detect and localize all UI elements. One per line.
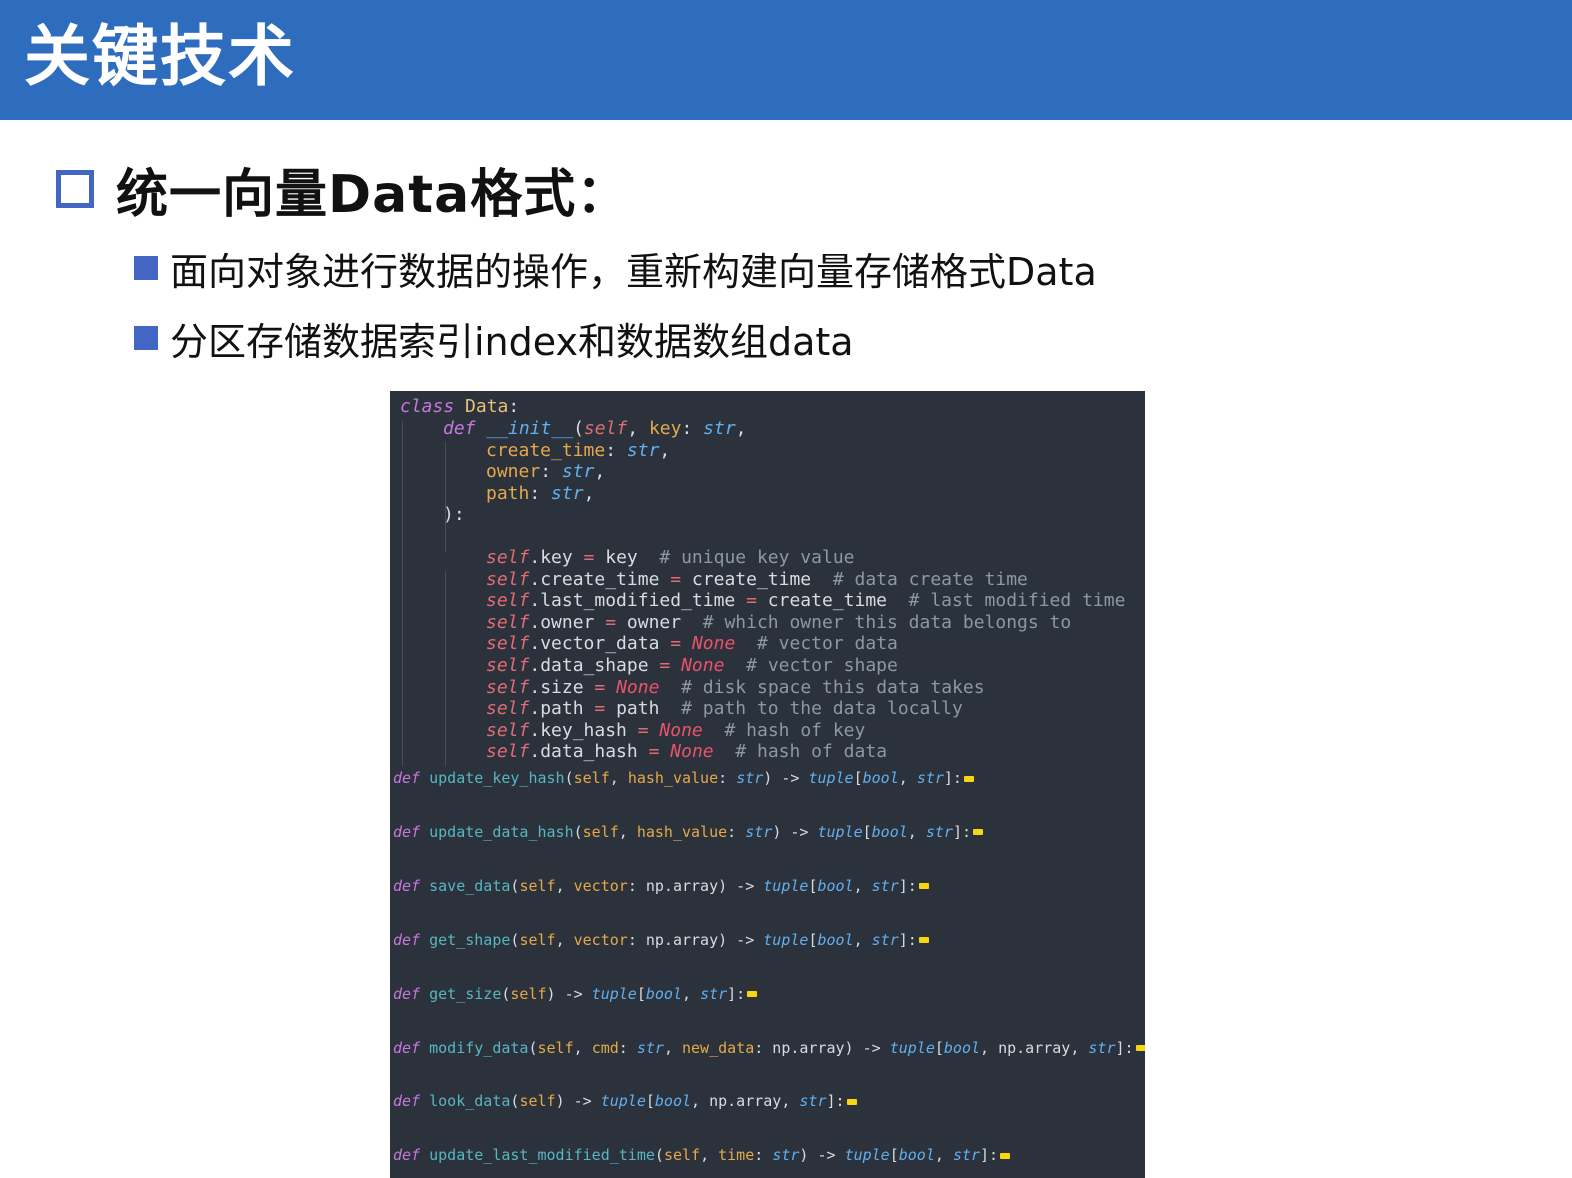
code-line-assignment: self.key = key # unique key value <box>486 547 855 568</box>
code-line-assignment: self.data_shape = None # vector shape <box>486 655 898 676</box>
code-line-method: def get_size(self) -> tuple[bool, str]: <box>393 984 758 1004</box>
bullet-item: 面向对象进行数据的操作，重新构建向量存储格式Data <box>134 240 1097 296</box>
folded-code-icon <box>918 883 929 890</box>
bullet-text: 分区存储数据索引index和数据数组data <box>170 319 854 364</box>
heading-row: 统一向量Data格式： <box>56 156 629 225</box>
code-line-assignment: self.key_hash = None # hash of key <box>486 719 866 741</box>
indent-guide <box>445 442 446 552</box>
hollow-square-bullet-icon <box>56 170 94 208</box>
slide-title: 关键技术 <box>24 18 296 95</box>
square-bullet-icon <box>134 326 158 350</box>
code-line-assignment: self.size = None # disk space this data … <box>486 676 985 698</box>
bullet-item: 分区存储数据索引index和数据数组data <box>134 310 854 366</box>
folded-code-icon <box>963 775 974 782</box>
folded-code-icon <box>747 991 758 998</box>
folded-code-icon <box>973 829 983 836</box>
indent-guide <box>402 421 403 766</box>
code-line-method: def modify_data(self, cmd: str, new_data… <box>393 1038 1145 1058</box>
folded-code-icon <box>1135 1045 1145 1051</box>
code-line-method: def save_data(self, vector: np.array) ->… <box>393 876 929 896</box>
title-bar: 关键技术 <box>0 0 1572 120</box>
folded-code-icon <box>1000 1152 1011 1159</box>
code-line-method: def look_data(self) -> tuple[bool, np.ar… <box>393 1091 857 1111</box>
code-line-assignment: self.path = path # path to the data loca… <box>486 698 963 720</box>
code-line-method: def update_data_hash(self, hash_value: s… <box>393 822 983 842</box>
bullet-text: 面向对象进行数据的操作，重新构建向量存储格式Data <box>170 249 1097 294</box>
code-line-init: def __init__(self, key: str, <box>443 418 747 439</box>
folded-code-icon <box>918 937 929 944</box>
code-line-class: class Data: <box>400 396 520 417</box>
code-line-method: def update_key_hash(self, hash_value: st… <box>393 768 974 788</box>
code-line-close: ): <box>443 504 465 525</box>
code-screenshot: class Data: def __init__(self, key: str, c… <box>390 391 1145 1178</box>
folded-code-icon <box>846 1098 857 1105</box>
code-line-method: def get_shape(self, vector: np.array) ->… <box>393 930 929 950</box>
code-line-param: owner: str, <box>486 461 606 482</box>
square-bullet-icon <box>134 256 158 280</box>
code-line-assignment: self.data_hash = None # hash of data <box>486 741 888 763</box>
code-line-param: create_time: str, <box>486 439 671 461</box>
code-line-assignment: self.create_time = create_time # data cr… <box>486 568 1028 590</box>
heading: 统一向量Data格式： <box>116 164 630 225</box>
code-line-assignment: self.owner = owner # which owner this da… <box>486 611 1072 633</box>
code-line-param: path: str, <box>486 482 595 504</box>
indent-guide <box>445 571 446 766</box>
code-line-assignment: self.vector_data = None # vector data <box>486 633 898 655</box>
code-line-assignment: self.last_modified_time = create_time # … <box>486 590 1126 612</box>
code-line-method: def update_last_modified_time(self, time… <box>393 1145 1011 1165</box>
